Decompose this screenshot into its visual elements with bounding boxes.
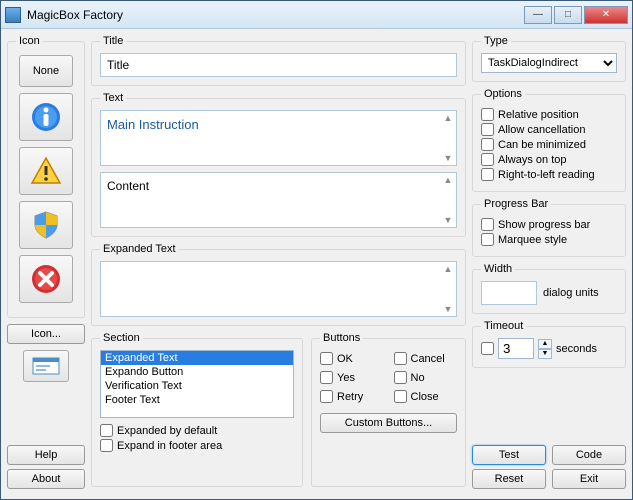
scroll-up-icon[interactable]: ▲ <box>442 113 454 123</box>
text-group: Text ▲ ▼ ▲ ▼ <box>91 92 466 237</box>
timeout-group: Timeout ▲▼ seconds <box>472 320 626 368</box>
section-listbox[interactable]: Expanded Text Expando Button Verificatio… <box>100 350 294 418</box>
exit-button[interactable]: Exit <box>552 469 626 489</box>
options-legend: Options <box>481 88 525 100</box>
timeout-legend: Timeout <box>481 320 526 332</box>
info-icon[interactable] <box>19 93 73 141</box>
minimized-checkbox[interactable]: Can be minimized <box>481 138 617 151</box>
relative-checkbox[interactable]: Relative position <box>481 108 617 121</box>
progress-legend: Progress Bar <box>481 198 551 210</box>
type-legend: Type <box>481 35 511 47</box>
app-icon <box>5 7 21 23</box>
timeout-input[interactable] <box>498 338 534 359</box>
text-legend: Text <box>100 92 126 104</box>
code-button[interactable]: Code <box>552 445 626 465</box>
yes-checkbox[interactable]: Yes <box>320 371 384 384</box>
title-group: Title <box>91 35 466 86</box>
scroll-up-icon[interactable]: ▲ <box>442 264 454 274</box>
marquee-checkbox[interactable]: Marquee style <box>481 233 617 246</box>
expanded-text-group: Expanded Text ▲ ▼ <box>91 243 466 326</box>
ok-checkbox[interactable]: OK <box>320 352 384 365</box>
buttons-group: Buttons OK Cancel Yes No Retry Close Cus… <box>311 332 466 487</box>
titlebar[interactable]: MagicBox Factory — □ ✕ <box>1 1 632 29</box>
test-button[interactable]: Test <box>472 445 546 465</box>
icon-group: Icon None <box>7 35 85 318</box>
icon-legend: Icon <box>16 35 43 47</box>
expanded-legend: Expanded Text <box>100 243 179 255</box>
width-input[interactable] <box>481 281 537 305</box>
icon-browse-button[interactable]: Icon... <box>7 324 85 344</box>
content-input[interactable] <box>101 173 440 227</box>
shield-icon[interactable] <box>19 201 73 249</box>
scroll-up-icon[interactable]: ▲ <box>442 175 454 185</box>
no-checkbox[interactable]: No <box>394 371 458 384</box>
allow-cancel-checkbox[interactable]: Allow cancellation <box>481 123 617 136</box>
width-legend: Width <box>481 263 515 275</box>
buttons-legend: Buttons <box>320 332 363 344</box>
expanded-text-input[interactable] <box>101 262 440 316</box>
show-progress-checkbox[interactable]: Show progress bar <box>481 218 617 231</box>
expanded-default-checkbox[interactable]: Expanded by default <box>100 424 294 437</box>
scroll-down-icon[interactable]: ▼ <box>442 215 454 225</box>
custom-buttons-button[interactable]: Custom Buttons... <box>320 413 457 433</box>
title-input[interactable] <box>100 53 457 77</box>
progress-group: Progress Bar Show progress bar Marquee s… <box>472 198 626 257</box>
type-select[interactable]: TaskDialogIndirect <box>481 53 617 73</box>
list-item[interactable]: Verification Text <box>101 379 293 393</box>
spin-down-icon[interactable]: ▼ <box>538 349 552 359</box>
spin-up-icon[interactable]: ▲ <box>538 339 552 349</box>
maximize-button[interactable]: □ <box>554 6 582 24</box>
preview-icon[interactable] <box>23 350 69 382</box>
options-group: Options Relative position Allow cancella… <box>472 88 626 192</box>
cancel-checkbox[interactable]: Cancel <box>394 352 458 365</box>
width-units: dialog units <box>543 287 599 299</box>
error-icon[interactable] <box>19 255 73 303</box>
list-item[interactable]: Expando Button <box>101 365 293 379</box>
close-checkbox[interactable]: Close <box>394 390 458 403</box>
retry-checkbox[interactable]: Retry <box>320 390 384 403</box>
main-window: MagicBox Factory — □ ✕ Icon None <box>0 0 633 500</box>
about-button[interactable]: About <box>7 469 85 489</box>
timeout-units: seconds <box>556 343 597 355</box>
rtl-checkbox[interactable]: Right-to-left reading <box>481 168 617 181</box>
list-item[interactable]: Expanded Text <box>101 351 293 365</box>
always-top-checkbox[interactable]: Always on top <box>481 153 617 166</box>
width-group: Width dialog units <box>472 263 626 314</box>
type-group: Type TaskDialogIndirect <box>472 35 626 82</box>
icon-none-button[interactable]: None <box>19 55 73 87</box>
timeout-enable-checkbox[interactable] <box>481 342 494 355</box>
warning-icon[interactable] <box>19 147 73 195</box>
close-button[interactable]: ✕ <box>584 6 628 24</box>
scroll-down-icon[interactable]: ▼ <box>442 304 454 314</box>
title-legend: Title <box>100 35 126 47</box>
section-legend: Section <box>100 332 143 344</box>
window-title: MagicBox Factory <box>27 8 524 22</box>
scroll-down-icon[interactable]: ▼ <box>442 153 454 163</box>
minimize-button[interactable]: — <box>524 6 552 24</box>
expand-footer-checkbox[interactable]: Expand in footer area <box>100 439 294 452</box>
section-group: Section Expanded Text Expando Button Ver… <box>91 332 303 487</box>
reset-button[interactable]: Reset <box>472 469 546 489</box>
help-button[interactable]: Help <box>7 445 85 465</box>
list-item[interactable]: Footer Text <box>101 393 293 407</box>
main-instruction-input[interactable] <box>101 111 440 165</box>
